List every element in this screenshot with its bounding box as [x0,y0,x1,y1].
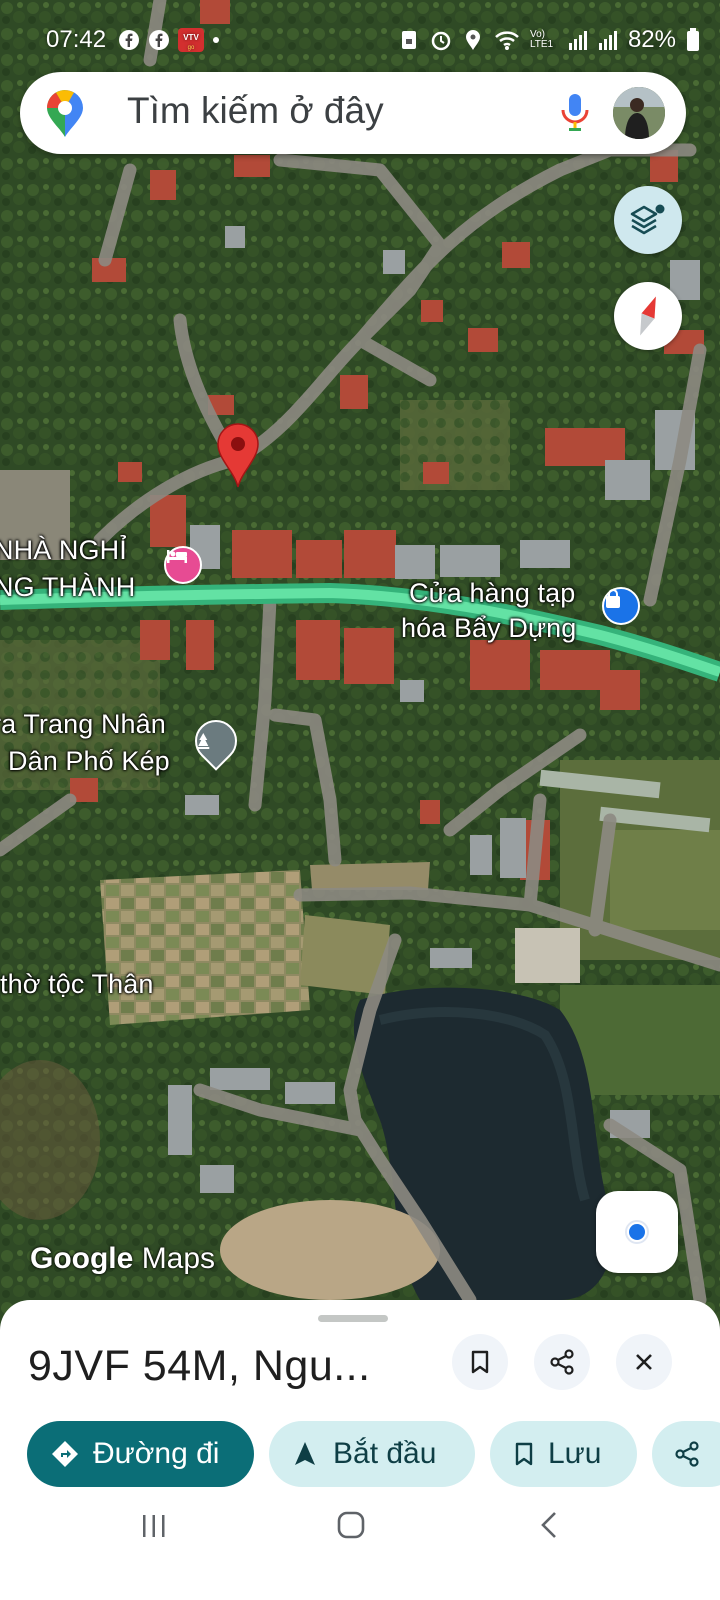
wifi-icon [495,31,519,50]
notification-icons: VTV go [118,28,220,52]
my-location-icon [625,1220,649,1244]
my-location-button[interactable] [596,1191,678,1273]
svg-text:go: go [188,45,195,51]
directions-label: Đường đi [93,1437,220,1470]
google-maps-pin-icon [46,90,84,143]
hotel-bed-icon[interactable] [164,546,202,584]
google-maps-logo: Google Maps [30,1242,215,1276]
recent-apps-icon[interactable] [140,1512,168,1540]
facebook-icon [149,30,169,50]
place-title: 9JVF 54M, Ngu... [28,1342,371,1390]
battery-percent: 82% [627,26,676,53]
svg-text:VTV: VTV [183,33,199,42]
system-icons: Vo) LTE1 82% [398,26,700,54]
share-icon [675,1441,699,1467]
share-chip-button[interactable] [652,1421,720,1487]
share-icon [550,1349,574,1375]
start-navigation-button[interactable]: Bắt đầu [269,1421,475,1487]
directions-button[interactable]: Đường đi [27,1421,254,1487]
shopping-bag-icon[interactable] [602,587,640,625]
location-pin-icon[interactable] [216,423,260,489]
bookmark-icon [471,1350,489,1374]
vtv-go-icon: VTV go [178,28,204,52]
microphone-icon[interactable] [560,92,590,139]
home-icon[interactable] [336,1510,366,1540]
back-icon[interactable] [538,1510,560,1540]
start-label: Bắt đầu [333,1437,437,1470]
map-label-cemetery[interactable]: ra Trang Nhân Dân Phố Kép [0,708,170,778]
profile-avatar[interactable] [613,87,665,139]
map-label-guesthouse[interactable]: NHÀ NGHỈ NG THÀNH [0,534,135,604]
more-dot-icon [213,37,219,43]
close-icon [636,1354,652,1370]
save-label: Lưu [548,1437,602,1470]
signal-icon [568,31,587,50]
layers-button[interactable] [614,186,682,254]
status-bar: 07:42 VTV go Vo) LTE1 82% [0,18,720,62]
share-place-button[interactable] [534,1334,590,1390]
google-logo-word: Google [30,1242,134,1275]
close-sheet-button[interactable] [616,1334,672,1390]
search-bar[interactable]: Tìm kiếm ở đây [20,72,686,154]
save-button[interactable]: Lưu [490,1421,637,1487]
map-label-store[interactable]: Cửa hàng tạp hóa Bẩy Dựng [401,577,576,645]
maps-logo-word: Maps [141,1242,216,1275]
android-nav-bar [0,1490,720,1600]
compass-button[interactable] [614,282,682,350]
compass-icon [640,296,656,336]
bookmark-icon [515,1442,533,1466]
save-place-button[interactable] [452,1334,508,1390]
location-icon [465,30,480,50]
map-label-cemetery-line2: Dân Phố Kép [8,746,170,776]
navigation-arrow-icon [295,1442,315,1465]
sim-lock-icon [401,31,416,49]
status-time: 07:42 [46,26,107,53]
layers-icon [630,204,665,235]
map-label-shrine[interactable]: thờ tộc Thân [0,968,154,1001]
network-type: Vo) LTE1 [529,29,554,50]
signal-icon [598,31,617,50]
facebook-icon [119,30,139,50]
map-label-guesthouse-line1: NHÀ NGHỈ [0,535,127,565]
alarm-icon [431,31,451,51]
map-label-store-line1: Cửa hàng tạp [409,578,576,608]
sheet-drag-handle[interactable] [318,1315,388,1322]
directions-icon [52,1441,78,1467]
map-label-store-line2: hóa Bẩy Dựng [401,613,577,643]
battery-icon [687,28,699,51]
search-placeholder[interactable]: Tìm kiếm ở đây [127,90,384,132]
map-label-guesthouse-line2: NG THÀNH [0,572,136,602]
map-label-cemetery-line1: ra Trang Nhân [0,709,166,739]
